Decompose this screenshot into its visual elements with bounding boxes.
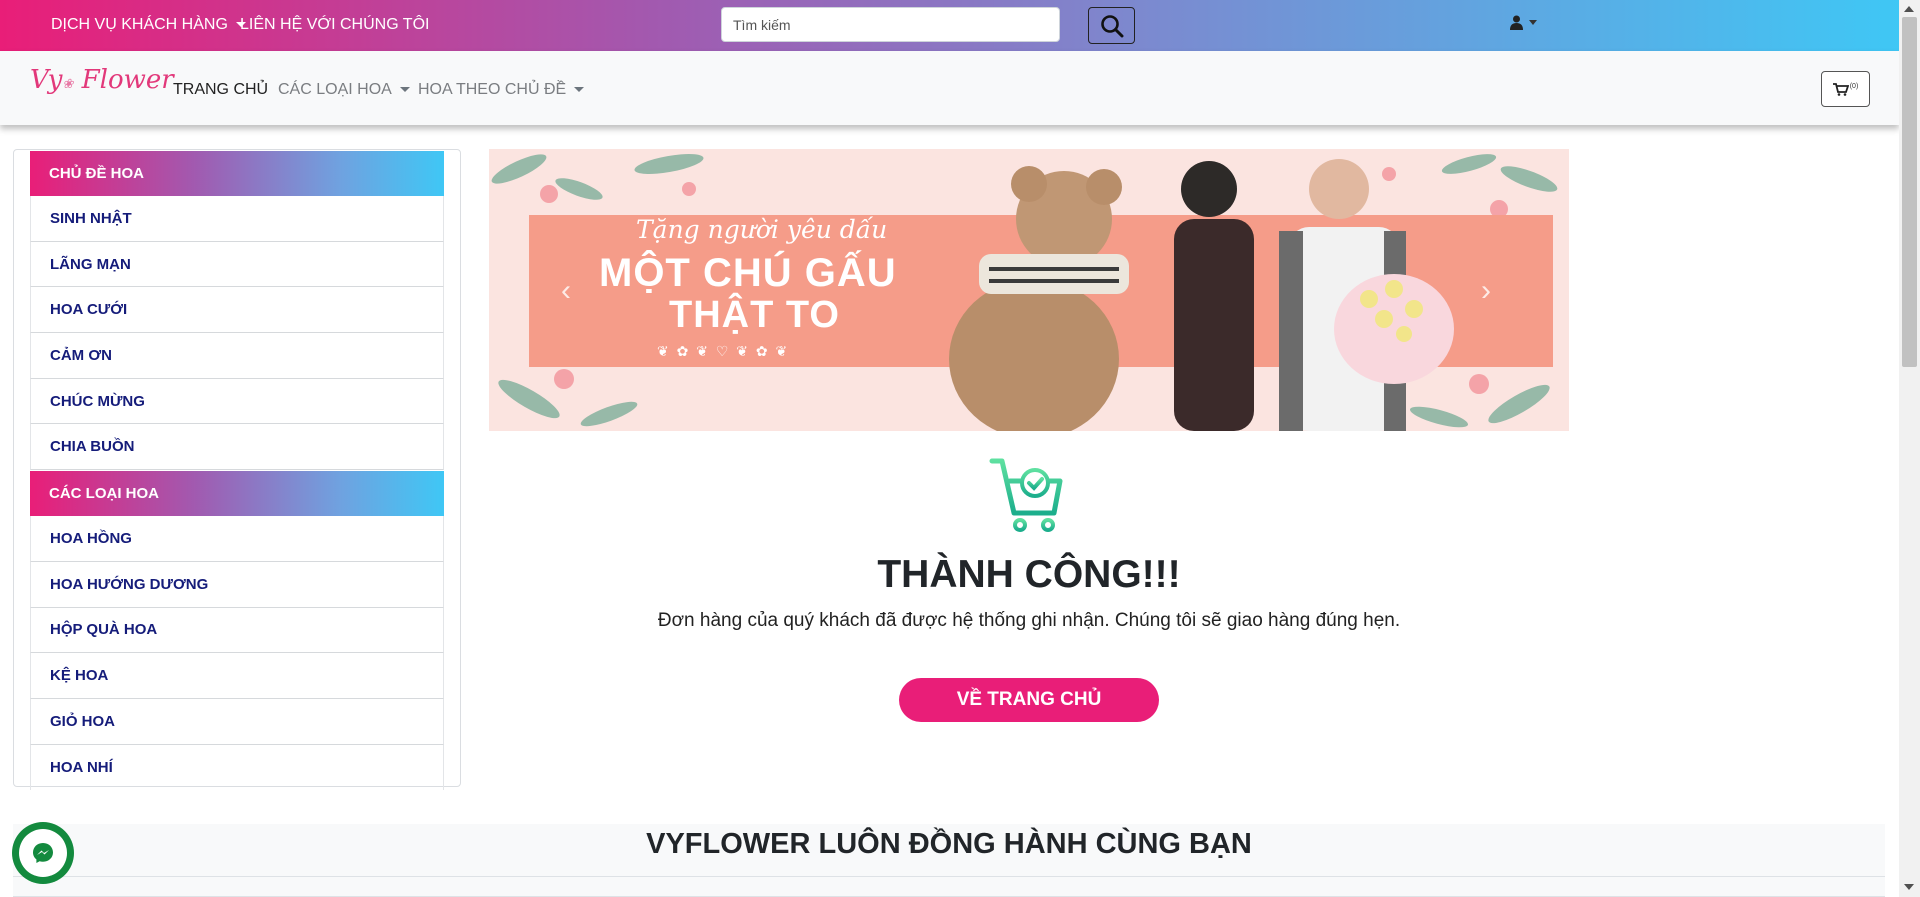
sidebar-item-sunflower[interactable]: HOA HƯỚNG DƯƠNG (30, 561, 444, 608)
sidebar-item-thanks[interactable]: CẢM ƠN (30, 333, 444, 379)
customer-service-dropdown[interactable]: DỊCH VỤ KHÁCH HÀNG (51, 16, 246, 34)
messenger-icon (33, 843, 53, 863)
section-divider (13, 876, 1885, 877)
messenger-bubble (19, 829, 67, 877)
user-icon (1510, 15, 1523, 30)
main-navbar: Vy❀ Flower TRANG CHỦ CÁC LOẠI HOA HOA TH… (0, 51, 1899, 125)
sidebar-item-congrats[interactable]: CHÚC MỪNG (30, 378, 444, 425)
ornament-divider: ❦ ✿ ❦ ♡ ❦ ✿ ❦ (657, 343, 790, 359)
back-home-button[interactable]: VỀ TRANG CHỦ (899, 678, 1159, 722)
cart-icon (1832, 83, 1849, 96)
nav-flower-topics-label: HOA THEO CHỦ ĐỀ (418, 81, 567, 98)
success-title: THÀNH CÔNG!!! (877, 553, 1181, 596)
sidebar-item-wedding[interactable]: HOA CƯỚI (30, 287, 444, 334)
banner-line1: Tặng người yêu dấu (636, 215, 888, 244)
scroll-thumb[interactable] (1902, 17, 1917, 367)
contact-link[interactable]: LIÊN HỆ VỚI CHÚNG TÔI (240, 16, 429, 34)
sidebar-item-baby-breath[interactable]: HOA NHÍ (30, 744, 444, 791)
nav-flower-types[interactable]: CÁC LOẠI HOA (278, 81, 410, 99)
cart-count: (0) (1849, 82, 1859, 90)
nav-flower-topics[interactable]: HOA THEO CHỦ ĐỀ (418, 81, 585, 99)
topic-header: CHỦ ĐỀ HOA (30, 151, 444, 196)
cart-button[interactable]: (0) (1821, 71, 1870, 107)
companion-title: VYFLOWER LUÔN ĐỒNG HÀNH CÙNG BẠN (646, 828, 1252, 860)
flower-icon: ❀ (62, 77, 74, 92)
nav-home[interactable]: TRANG CHỦ (173, 81, 268, 99)
logo[interactable]: Vy❀ Flower (30, 65, 174, 95)
scroll-down-icon[interactable] (1904, 884, 1914, 890)
success-message: Đơn hàng của quý khách đã được hệ thống … (657, 610, 1401, 631)
nav-flower-types-label: CÁC LOẠI HOA (278, 81, 392, 98)
chevron-down-icon (399, 87, 410, 93)
page-scrollbar[interactable] (1899, 0, 1920, 897)
search-icon (1100, 14, 1123, 37)
logo-vy: Vy (30, 65, 63, 95)
banner-line3: THẬT TO (669, 294, 840, 336)
logo-flower: Flower (81, 65, 174, 95)
scroll-up-icon[interactable] (1904, 6, 1914, 12)
types-header: CÁC LOẠI HOA (30, 471, 444, 517)
messenger-chat-button[interactable] (12, 822, 74, 884)
promo-carousel[interactable]: Tặng người yêu dấu MỘT CHÚ GẤU THẬT TO ❦… (489, 149, 1569, 431)
sidebar-item-romantic[interactable]: LÃNG MẠN (30, 241, 444, 288)
search-input[interactable] (721, 7, 1060, 42)
user-dropdown[interactable] (1510, 15, 1537, 30)
customer-service-label: DỊCH VỤ KHÁCH HÀNG (51, 16, 228, 33)
top-bar: DỊCH VỤ KHÁCH HÀNG LIÊN HỆ VỚI CHÚNG TÔI (0, 0, 1899, 51)
banner-line2: MỘT CHÚ GẤU (599, 251, 897, 295)
sidebar-item-rose[interactable]: HOA HỒNG (30, 516, 444, 562)
carousel-next-icon[interactable]: › (1481, 274, 1491, 308)
sidebar-item-birthday[interactable]: SINH NHẬT (30, 196, 444, 242)
chevron-down-icon (1529, 20, 1537, 25)
cart-check-icon (989, 458, 1063, 532)
chevron-down-icon (574, 87, 585, 93)
category-sidebar: CHỦ ĐỀ HOA SINH NHẬT LÃNG MẠN HOA CƯỚI C… (13, 149, 461, 791)
sidebar-item-condolence[interactable]: CHIA BUỒN (30, 424, 444, 471)
carousel-prev-icon[interactable]: ‹ (561, 274, 571, 308)
companion-section: VYFLOWER LUÔN ĐỒNG HÀNH CÙNG BẠN (13, 824, 1885, 897)
sidebar-item-gift-box[interactable]: HỘP QUÀ HOA (30, 607, 444, 654)
sidebar-item-flower-stand[interactable]: KỆ HOA (30, 653, 444, 699)
search-button[interactable] (1088, 7, 1135, 44)
sidebar-item-basket[interactable]: GIỎ HOA (30, 698, 444, 745)
